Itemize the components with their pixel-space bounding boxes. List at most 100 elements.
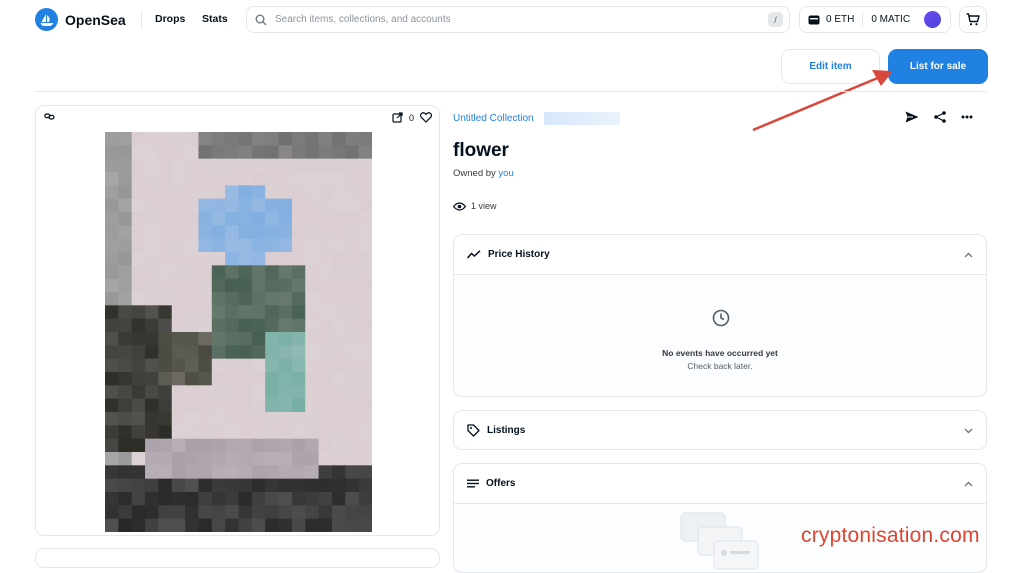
search-icon [255,14,267,25]
pixel-tile [291,465,306,480]
price-history-header[interactable]: Price History [454,235,986,274]
more-options-icon[interactable] [961,115,973,119]
owner-link[interactable]: you [498,168,513,179]
cart-button[interactable] [959,6,987,33]
header-divider [35,91,987,92]
pixel-tile [158,265,173,280]
opensea-logo[interactable]: OpenSea [35,8,126,31]
offers-header[interactable]: Offers [454,464,986,503]
pixel-tile [331,372,346,386]
pixel-tile [158,412,173,426]
pixel-tile [145,305,159,320]
pixel-tile [145,252,159,266]
pixel-tile [185,278,199,293]
pixel-tile [305,518,320,532]
annotation-arrow [752,70,893,132]
nft-image[interactable] [105,132,372,532]
pixel-tile [291,358,306,373]
transfer-icon[interactable] [905,111,919,123]
pixel-tile [185,172,199,186]
pixel-tile [265,438,280,453]
pixel-tile [358,398,372,413]
pixel-tile [105,478,119,493]
pixel-tile [198,332,213,346]
pixel-tile [251,425,266,440]
pixel-tile [318,465,333,480]
list-for-sale-button[interactable]: List for sale [888,49,988,84]
search-input[interactable] [273,13,768,26]
pixel-tile [225,412,239,426]
nav-drops[interactable]: Drops [155,13,185,25]
listings-panel[interactable]: Listings [453,410,987,450]
chevron-up-icon[interactable] [964,481,973,487]
share-icon[interactable] [934,111,946,123]
pixel-tile [345,225,360,240]
pixel-tile [318,345,333,360]
search-bar[interactable]: / [246,6,790,33]
pixel-tile [198,305,213,320]
pixel-tile [305,465,320,480]
pixel-tile [211,438,226,453]
pixel-tile [158,452,173,466]
pixel-tile [171,318,186,333]
pixel-tile [105,318,119,333]
pixel-tile [278,385,293,400]
pixel-tile [131,372,146,386]
pixel-tile [185,518,199,532]
pixel-tile [345,212,360,226]
pixel-tile [198,185,213,200]
pixel-tile [238,225,253,240]
account-avatar[interactable] [924,11,942,28]
pixel-tile [211,478,226,493]
pixel-tile [171,158,186,173]
pixel-tile [131,198,146,213]
pixel-tile [305,345,320,360]
pixel-tile [358,305,372,320]
pixel-tile [251,185,266,200]
pixel-tile [278,345,293,360]
pixel-tile [265,412,280,426]
pixel-tile [198,465,213,480]
pixel-tile [318,318,333,333]
pixel-tile [358,452,372,466]
nav-stats[interactable]: Stats [202,13,228,25]
chevron-up-icon[interactable] [964,252,973,258]
eth-balance[interactable]: 0 ETH [800,14,862,25]
offers-title: Offers [486,478,516,489]
collection-link[interactable]: Untitled Collection [453,113,534,124]
pixel-tile [225,372,239,386]
pixel-tile [251,332,266,346]
pixel-tile [318,145,333,160]
pixel-tile [211,265,226,280]
external-link-icon[interactable] [392,112,403,123]
pixel-tile [331,265,346,280]
pixel-tile [211,212,226,226]
pixel-tile [345,278,360,293]
pixel-tile [211,278,226,293]
nav-divider [141,10,142,30]
chain-link-icon[interactable] [44,112,55,121]
pixel-tile [131,305,146,320]
pixel-tile [251,358,266,373]
pixel-tile [198,385,213,400]
pixel-tile [198,145,213,160]
pixel-tile [225,225,239,240]
pixel-tile [158,145,173,160]
matic-balance[interactable]: 0 MATIC [863,14,918,25]
pixel-tile [105,438,119,453]
pixel-tile [158,132,173,146]
pixel-tile [291,318,306,333]
pixel-tile [331,198,346,213]
pixel-tile [211,452,226,466]
pixel-tile [318,212,333,226]
pixel-tile [198,345,213,360]
listings-header[interactable]: Listings [454,411,986,449]
chevron-down-icon[interactable] [964,428,973,434]
pixel-tile [358,385,372,400]
pixel-tile [331,505,346,520]
wallet-balance[interactable]: 0 ETH 0 MATIC [799,6,951,33]
pixel-tile [118,465,133,480]
heart-icon[interactable] [420,112,432,123]
pixel-tile [171,398,186,413]
pixel-tile [105,252,119,266]
